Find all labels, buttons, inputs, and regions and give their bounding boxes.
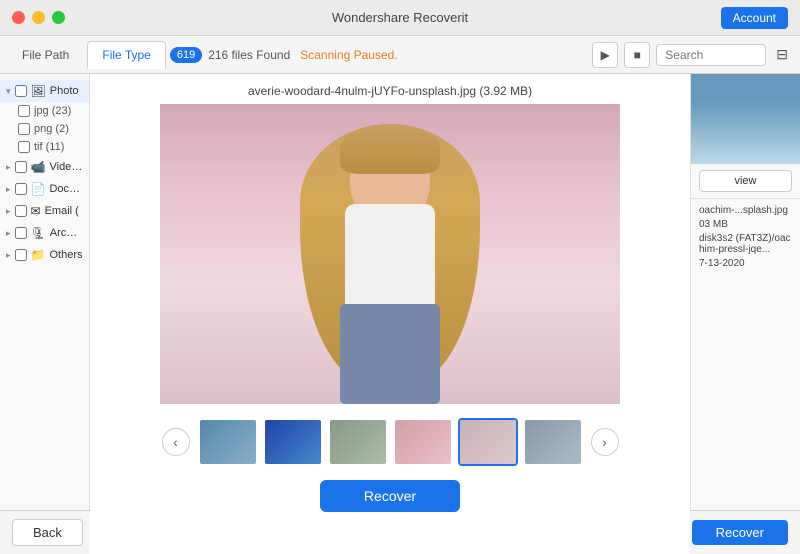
files-found-label: 216 files Found	[208, 48, 290, 62]
tab-filepath[interactable]: File Path	[8, 42, 83, 68]
sidebar-item-photos[interactable]: ▾ 🖼 Photo	[0, 80, 89, 102]
others-checkbox[interactable]	[15, 249, 27, 261]
filter-icon[interactable]: ⊟	[772, 44, 792, 65]
right-panel-date: 7-13-2020	[699, 258, 792, 269]
thumbnail-4[interactable]	[393, 418, 453, 466]
play-icon[interactable]: ▶	[592, 42, 618, 68]
search-input[interactable]	[656, 44, 766, 66]
right-panel-location: disk3s2 (FAT3Z)/oachim-pressl-jqe...	[699, 233, 792, 255]
archive-checkbox[interactable]	[15, 227, 27, 239]
sidebar-item-video[interactable]: ▸ 📹 Video (	[0, 156, 89, 178]
content-area: averie-woodard-4nulm-jUYFo-unsplash.jpg …	[90, 74, 690, 554]
preview-modal: averie-woodard-4nulm-jUYFo-unsplash.jpg …	[90, 74, 690, 554]
right-panel-filename: oachim-...splash.jpg	[699, 205, 792, 216]
thumbnail-2[interactable]	[263, 418, 323, 466]
video-checkbox[interactable]	[15, 161, 27, 173]
sidebar-label-email: Email (	[45, 205, 79, 217]
sidebar-label-tif: tif (11)	[34, 141, 64, 153]
window-controls	[12, 11, 65, 24]
thumbnail-3[interactable]	[328, 418, 388, 466]
others-folder-icon: 📁	[31, 248, 46, 262]
sidebar-item-documents[interactable]: ▸ 📄 Docum (	[0, 178, 89, 200]
hair-top-decoration	[340, 124, 440, 174]
doc-checkbox[interactable]	[15, 183, 27, 195]
toolbar-actions: ▶ ■ ⊟	[592, 42, 792, 68]
sidebar-label-video: Video (	[49, 161, 83, 173]
right-panel-filesize: 03 MB	[699, 219, 792, 230]
thumbnail-navigation: ‹	[162, 418, 619, 466]
thumbnail-6[interactable]	[523, 418, 583, 466]
email-checkbox[interactable]	[15, 205, 27, 217]
right-panel-thumbnail	[691, 74, 800, 164]
recover-button-main[interactable]: Recover	[692, 520, 788, 545]
sidebar-item-email[interactable]: ▸ ✉ Email (	[0, 200, 89, 222]
tif-checkbox[interactable]	[18, 141, 30, 153]
png-checkbox[interactable]	[18, 123, 30, 135]
main-layout: ▾ 🖼 Photo jpg (23) png (2) tif (11) ▸ 📹 …	[0, 74, 800, 554]
video-folder-icon: 📹	[31, 160, 46, 174]
chevron-right-icon: ▸	[6, 162, 11, 173]
chevron-right-icon-others: ▸	[6, 250, 11, 261]
sidebar-label-archive: Archiv (	[50, 227, 83, 239]
prev-arrow[interactable]: ‹	[162, 428, 190, 456]
thumbnail-1[interactable]	[198, 418, 258, 466]
archive-folder-icon: 🗜	[31, 226, 46, 240]
stop-icon[interactable]: ■	[624, 42, 650, 68]
minimize-button[interactable]	[32, 11, 45, 24]
jpg-checkbox[interactable]	[18, 105, 30, 117]
sidebar-label-photos: Photo	[50, 85, 79, 97]
scan-count-badge: 619	[170, 47, 202, 63]
sidebar: ▾ 🖼 Photo jpg (23) png (2) tif (11) ▸ 📹 …	[0, 74, 90, 554]
photos-checkbox[interactable]	[15, 85, 27, 97]
thumbnail-5[interactable]	[458, 418, 518, 466]
sidebar-item-png[interactable]: png (2)	[0, 120, 89, 138]
photos-folder-icon: 🖼	[31, 84, 46, 98]
maximize-button[interactable]	[52, 11, 65, 24]
sidebar-item-jpg[interactable]: jpg (23)	[0, 102, 89, 120]
right-panel: view oachim-...splash.jpg 03 MB disk3s2 …	[690, 74, 800, 554]
sidebar-label-documents: Docum (	[49, 183, 83, 195]
email-folder-icon: ✉	[31, 204, 41, 218]
thumbnail-strip	[198, 418, 583, 466]
sidebar-label-jpg: jpg (23)	[34, 105, 71, 117]
preview-main-image	[160, 104, 620, 404]
preview-filename: averie-woodard-4nulm-jUYFo-unsplash.jpg …	[248, 74, 532, 104]
chevron-right-icon-archive: ▸	[6, 228, 11, 239]
sidebar-item-tif[interactable]: tif (11)	[0, 138, 89, 156]
next-arrow[interactable]: ›	[591, 428, 619, 456]
toolbar: File Path File Type 619 216 files Found …	[0, 36, 800, 74]
preview-view-button[interactable]: view	[699, 170, 792, 192]
app-title: Wondershare Recoverit	[332, 10, 468, 25]
close-button[interactable]	[12, 11, 25, 24]
sidebar-item-others[interactable]: ▸ 📁 Others	[0, 244, 89, 266]
sidebar-label-others: Others	[49, 249, 82, 261]
chevron-right-icon-email: ▸	[6, 206, 11, 217]
sidebar-item-archive[interactable]: ▸ 🗜 Archiv (	[0, 222, 89, 244]
back-button[interactable]: Back	[12, 519, 83, 546]
tab-filetype[interactable]: File Type	[87, 41, 165, 69]
jeans-decoration	[340, 304, 440, 404]
chevron-down-icon: ▾	[6, 86, 11, 97]
account-button[interactable]: Account	[721, 7, 788, 29]
title-bar: Wondershare Recoverit Account	[0, 0, 800, 36]
right-panel-info: oachim-...splash.jpg 03 MB disk3s2 (FAT3…	[691, 198, 800, 278]
recover-button-modal[interactable]: Recover	[320, 480, 460, 512]
scan-status-label: Scanning Paused.	[300, 48, 397, 62]
sidebar-label-png: png (2)	[34, 123, 69, 135]
doc-folder-icon: 📄	[31, 182, 46, 196]
photo-background	[160, 104, 620, 404]
chevron-right-icon-doc: ▸	[6, 184, 11, 195]
